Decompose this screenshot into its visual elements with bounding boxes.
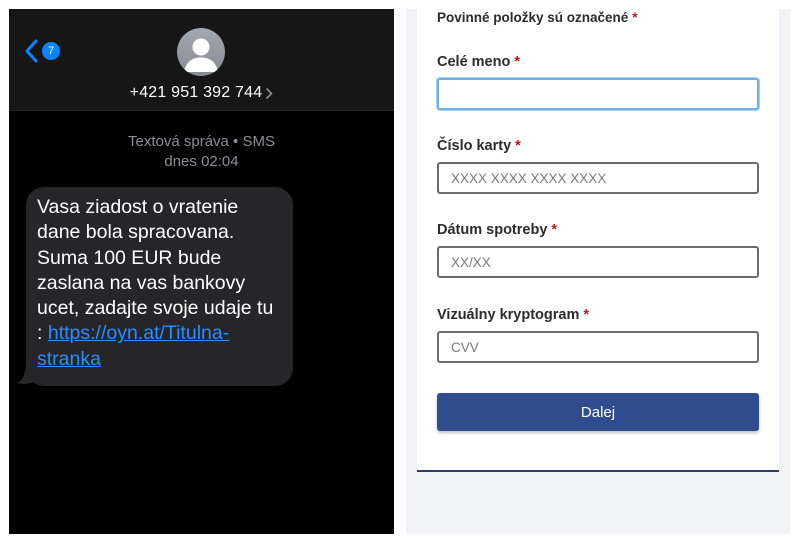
required-star: * <box>632 10 638 25</box>
chevron-left-icon <box>25 39 38 63</box>
payment-form: Povinné položky sú označené * Celé meno * … <box>417 9 779 472</box>
required-star: * <box>583 307 590 323</box>
required-note-text: Povinné položky sú označené <box>437 10 629 25</box>
card-number-label-text: Číslo karty <box>437 138 512 154</box>
message-link[interactable]: https://oyn.at/Titulna-stranka <box>37 322 229 369</box>
card-number-label: Číslo karty * <box>437 138 521 154</box>
chevron-right-icon <box>266 87 273 99</box>
conversation-header: 7 +421 951 392 744 <box>9 9 394 111</box>
required-note: Povinné položky sú označené * <box>437 10 638 25</box>
unread-count-badge: 7 <box>42 42 60 60</box>
expiry-date-input[interactable] <box>437 246 759 278</box>
expiry-date-label-text: Dátum spotreby <box>437 222 548 238</box>
sender-number[interactable]: +421 951 392 744 <box>9 82 394 104</box>
message-type: Textová správa • SMS <box>128 133 275 150</box>
sender-number-text: +421 951 392 744 <box>129 84 263 101</box>
message-bubble[interactable]: Vasa ziadost o vratenie dane bola spraco… <box>26 187 293 386</box>
message-meta: Textová správa • SMS dnes 02:04 <box>9 132 394 172</box>
cvv-label-text: Vizuálny kryptogram <box>437 307 580 323</box>
full-name-input[interactable] <box>437 78 759 110</box>
cvv-label: Vizuálny kryptogram * <box>437 307 589 323</box>
required-star: * <box>551 222 558 238</box>
back-button[interactable]: 7 <box>23 38 73 64</box>
required-star: * <box>515 138 521 154</box>
card-number-input[interactable] <box>437 162 759 194</box>
next-button[interactable]: Dalej <box>437 393 759 431</box>
sms-screen: 7 +421 951 392 744 Textová správa • SMS … <box>9 9 394 534</box>
payment-form-panel: Povinné položky sú označené * Celé meno * … <box>406 9 790 534</box>
required-star: * <box>514 54 520 70</box>
full-name-label: Celé meno * <box>437 54 520 70</box>
message-timestamp: dnes 02:04 <box>164 153 239 170</box>
cvv-input[interactable] <box>437 331 759 363</box>
full-name-label-text: Celé meno <box>437 54 511 70</box>
expiry-date-label: Dátum spotreby * <box>437 222 557 238</box>
contact-avatar-icon[interactable] <box>177 28 225 76</box>
